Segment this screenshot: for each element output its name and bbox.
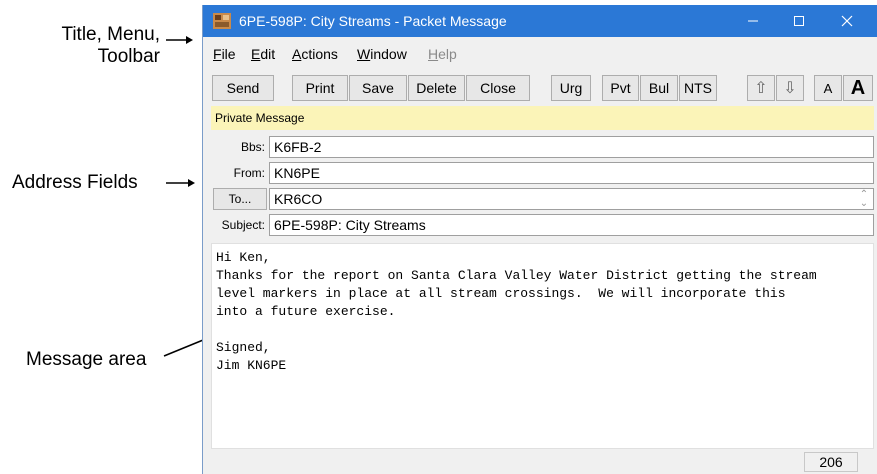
menu-edit-label: dit xyxy=(260,46,276,62)
annotation-message-area: Message area xyxy=(26,349,147,370)
previous-message-button[interactable]: ⇧ xyxy=(747,75,775,101)
send-button[interactable]: Send xyxy=(212,75,274,101)
menu-window-mnemonic: W xyxy=(357,46,371,62)
font-larger-button[interactable]: A xyxy=(843,75,873,101)
to-button[interactable]: To... xyxy=(213,188,267,210)
annotation-title-line1: Title, Menu, xyxy=(61,24,160,45)
character-count: 206 xyxy=(804,452,858,472)
font-small-icon: A xyxy=(823,80,833,96)
save-button[interactable]: Save xyxy=(349,75,407,101)
minimize-button[interactable] xyxy=(730,5,776,37)
font-smaller-button[interactable]: A xyxy=(814,75,842,101)
menu-window-label: indow xyxy=(370,46,407,62)
arrow-down-icon: ⇩ xyxy=(783,80,797,97)
print-button[interactable]: Print xyxy=(292,75,348,101)
menu-actions-label: ctions xyxy=(301,46,338,62)
menu-bar: File Edit Actions Window Help xyxy=(203,43,877,65)
menu-edit[interactable]: Edit xyxy=(251,46,275,62)
menu-window[interactable]: Window xyxy=(357,46,407,62)
minimize-icon xyxy=(748,20,758,22)
from-label: From: xyxy=(233,166,265,180)
private-button[interactable]: Pvt xyxy=(602,75,639,101)
close-window-button[interactable] xyxy=(824,5,870,37)
close-button[interactable]: Close xyxy=(466,75,530,101)
status-bar: 206 xyxy=(203,450,877,474)
bulletin-button[interactable]: Bul xyxy=(640,75,678,101)
annotation-title-menu-toolbar: Title, Menu, Toolbar xyxy=(40,24,160,68)
delete-button[interactable]: Delete xyxy=(408,75,465,101)
to-field-spinner[interactable]: ⌃ ⌄ xyxy=(857,190,871,209)
close-icon xyxy=(841,15,853,27)
arrow-up-icon: ⇧ xyxy=(754,80,768,97)
next-message-button[interactable]: ⇩ xyxy=(776,75,804,101)
annotation-title-line2: Toolbar xyxy=(97,46,160,67)
annotation-arrow-title-icon xyxy=(166,36,193,44)
maximize-button[interactable] xyxy=(776,5,822,37)
bbs-field[interactable]: K6FB-2 xyxy=(269,136,874,158)
subject-field[interactable]: 6PE-598P: City Streams xyxy=(269,214,874,236)
urgent-button[interactable]: Urg xyxy=(551,75,591,101)
to-field-value: KR6CO xyxy=(274,191,323,207)
menu-file[interactable]: File xyxy=(213,46,236,62)
from-field[interactable]: KN6PE xyxy=(269,162,874,184)
message-area[interactable]: Hi Ken, Thanks for the report on Santa C… xyxy=(211,243,874,449)
menu-actions[interactable]: Actions xyxy=(292,46,338,62)
menu-help-label: elp xyxy=(438,46,457,62)
menu-edit-mnemonic: E xyxy=(251,46,261,62)
bbs-label: Bbs: xyxy=(240,140,265,154)
menu-help[interactable]: Help xyxy=(428,46,457,62)
spinner-down-icon: ⌄ xyxy=(859,198,869,209)
app-icon xyxy=(213,13,231,29)
to-field[interactable]: KR6CO ⌃ ⌄ xyxy=(269,188,874,210)
menu-actions-mnemonic: A xyxy=(292,46,302,62)
menu-file-mnemonic: F xyxy=(213,46,222,62)
window-title: 6PE-598P: City Streams - Packet Message xyxy=(239,13,507,29)
subject-label: Subject: xyxy=(221,218,265,232)
private-message-banner: Private Message xyxy=(211,106,874,130)
nts-button[interactable]: NTS xyxy=(679,75,717,101)
menu-file-label: ile xyxy=(221,46,236,62)
toolbar: Send Print Save Delete Close Urg Pvt Bul… xyxy=(203,72,877,104)
title-bar[interactable]: 6PE-598P: City Streams - Packet Message xyxy=(203,5,877,37)
menu-help-mnemonic: H xyxy=(428,46,439,62)
annotation-address-fields: Address Fields xyxy=(12,172,138,193)
maximize-icon xyxy=(794,16,804,26)
font-large-icon: A xyxy=(850,76,866,99)
annotation-arrow-address-icon xyxy=(166,179,195,187)
packet-message-window: 6PE-598P: City Streams - Packet Message … xyxy=(202,5,877,474)
